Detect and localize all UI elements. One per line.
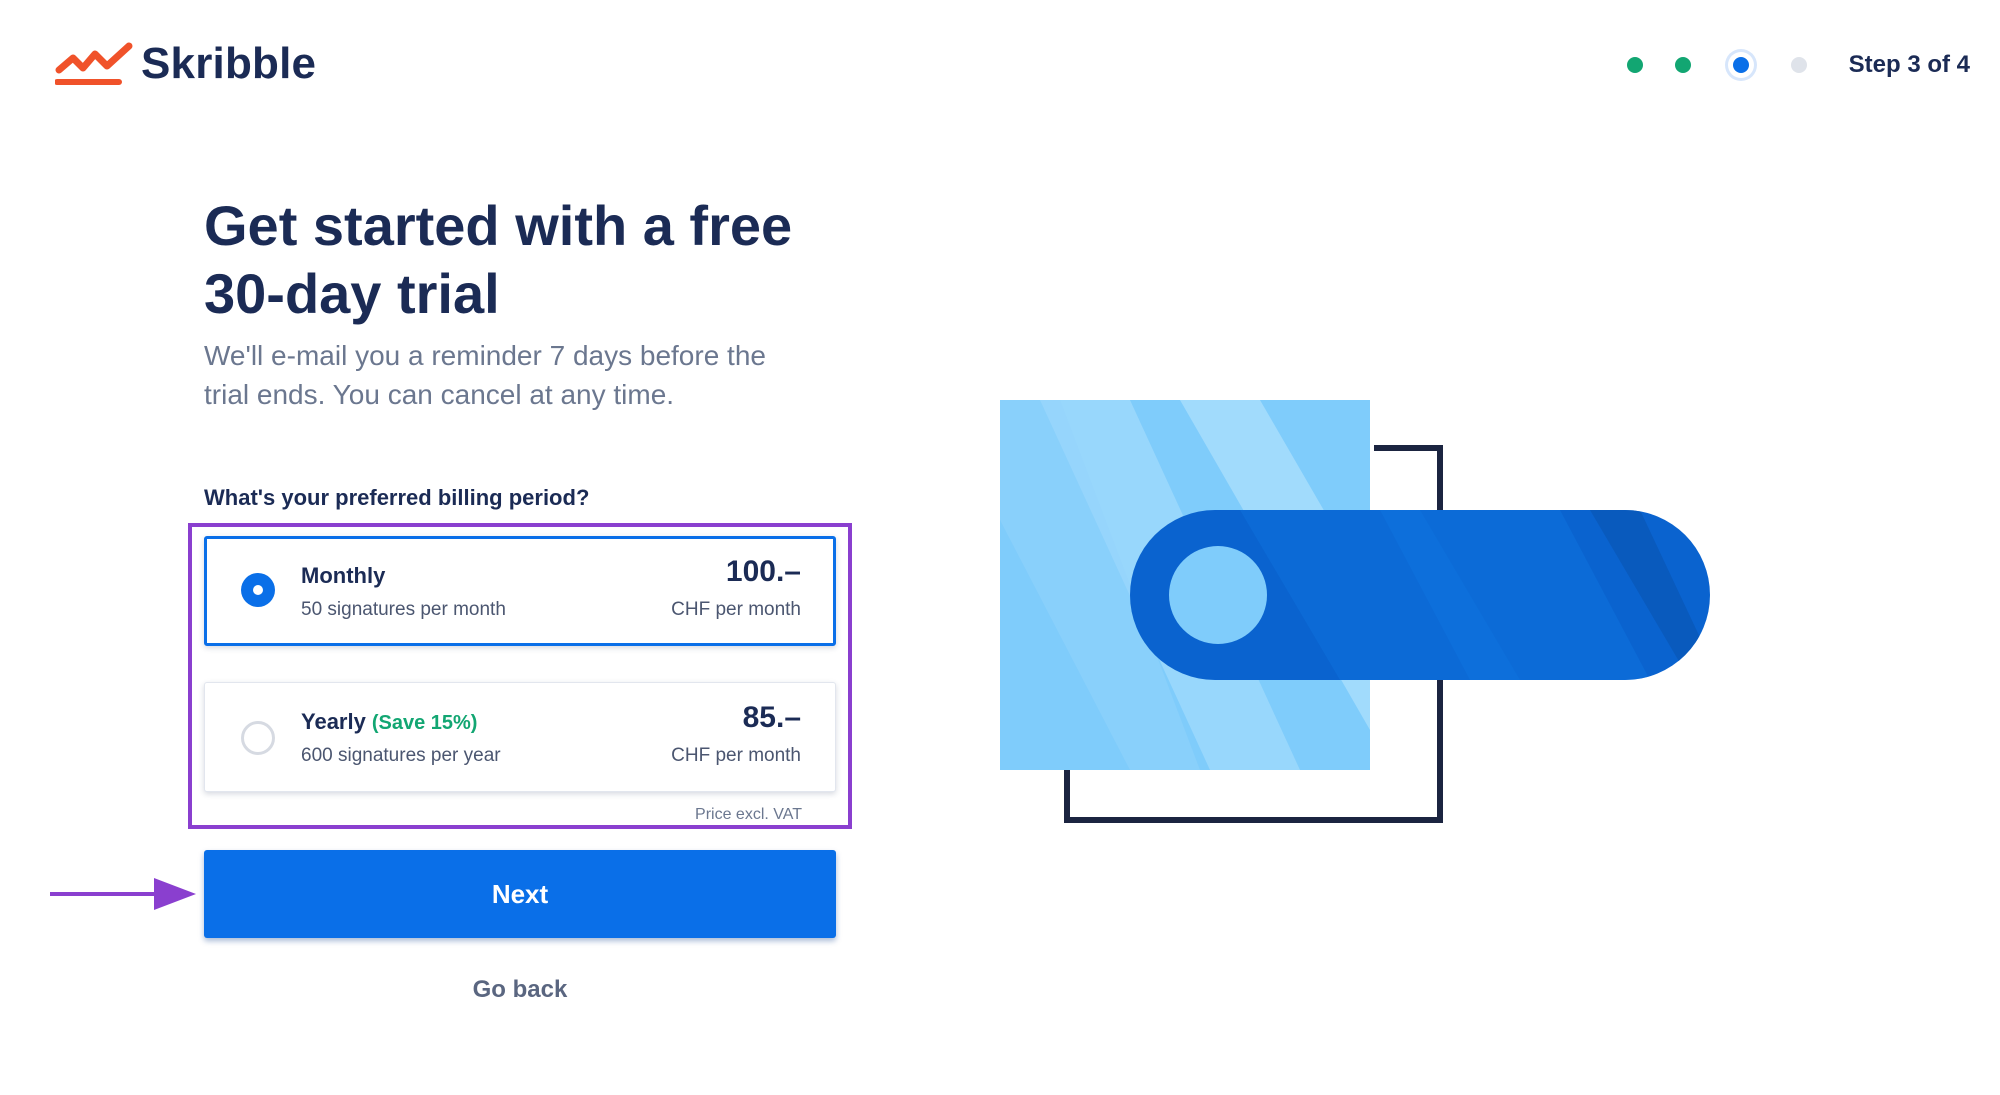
option-price: 85.– [742, 701, 801, 734]
page-title-line-2: 30-day trial [204, 262, 500, 325]
next-button[interactable]: Next [204, 850, 836, 938]
billing-option-monthly[interactable]: Monthly 50 signatures per month 100.– CH… [204, 536, 836, 646]
option-price-unit: CHF per month [671, 599, 801, 620]
radio-yearly-unselected[interactable] [241, 721, 275, 755]
page: Skribble Step 3 of 4 Get started with a … [0, 0, 2000, 1095]
step-dot-1-complete [1626, 57, 1643, 73]
step-dot-3-active [1732, 57, 1749, 73]
page-title: Get started with a free 30-day trial [204, 192, 844, 328]
toggle-switch-illustration [1000, 400, 1710, 823]
illustration-toggle-knob [1169, 546, 1267, 644]
billing-option-yearly[interactable]: Yearly (Save 15%) 600 signatures per year… [204, 682, 836, 792]
step-dot-4-pending [1790, 57, 1807, 73]
page-subtitle-line-1: We'll e-mail you a reminder 7 days befor… [204, 340, 766, 371]
option-title: Monthly [301, 563, 386, 588]
brand-name: Skribble [141, 39, 317, 88]
option-description: 600 signatures per year [301, 745, 501, 766]
illustration-toggle [1130, 510, 1710, 680]
option-title: Yearly (Save 15%) [301, 709, 477, 735]
option-title-text: Yearly [301, 709, 366, 734]
skribble-logo-icon [55, 42, 133, 85]
page-title-line-1: Get started with a free [204, 194, 793, 257]
page-subtitle: We'll e-mail you a reminder 7 days befor… [204, 336, 824, 414]
progress-stepper: Step 3 of 4 [1626, 40, 1970, 90]
page-subtitle-line-2: trial ends. You can cancel at any time. [204, 379, 675, 410]
option-price: 100.– [725, 555, 801, 588]
step-dot-2-complete [1674, 57, 1691, 73]
vat-note: Price excl. VAT [695, 806, 802, 823]
save-badge: (Save 15%) [371, 712, 478, 734]
step-label: Step 3 of 4 [1848, 51, 1970, 78]
annotation-arrow-icon [50, 878, 196, 910]
billing-period-question: What's your preferred billing period? [204, 485, 590, 510]
option-price-unit: CHF per month [671, 745, 801, 766]
option-description: 50 signatures per month [301, 599, 506, 620]
brand-logo[interactable]: Skribble [55, 38, 316, 90]
radio-monthly-selected[interactable] [241, 573, 275, 607]
go-back-link[interactable]: Go back [204, 976, 836, 1004]
